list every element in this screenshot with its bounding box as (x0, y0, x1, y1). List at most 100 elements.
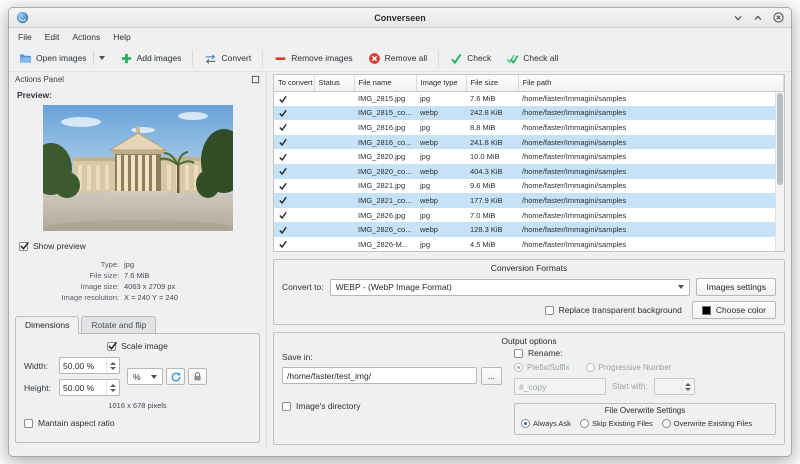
overwrite-settings-title: File Overwrite Settings (604, 406, 686, 415)
menu-actions[interactable]: Actions (66, 30, 106, 44)
cell-to-convert[interactable] (274, 120, 314, 135)
cell-file-name: IMG_2826_co... (354, 222, 416, 237)
actions-panel: Actions Panel Preview: Show preview Type… (9, 72, 267, 449)
add-images-button[interactable]: Add images (114, 48, 188, 69)
table-row[interactable]: IMG_2821_co... webp 177.9 KiB/home/faster/… (274, 193, 784, 208)
width-spin-buttons[interactable] (106, 358, 119, 373)
show-preview-checkbox[interactable]: Show preview (19, 241, 86, 251)
choose-color-button[interactable]: Choose color (691, 301, 776, 319)
start-with-input[interactable] (654, 379, 681, 394)
convert-button[interactable]: Convert (198, 48, 257, 69)
start-with-spin-buttons[interactable] (680, 379, 694, 394)
cell-to-convert[interactable] (274, 179, 314, 194)
col-status[interactable]: Status (314, 75, 355, 92)
title-bar[interactable]: Converseen (9, 8, 791, 28)
tab-dimensions[interactable]: Dimensions (15, 316, 80, 334)
file-list: To convert Status File name Image type F… (273, 74, 785, 252)
cell-to-convert[interactable] (274, 91, 314, 106)
col-image-type[interactable]: Image type (416, 75, 467, 92)
height-label: Height: (24, 382, 51, 393)
remove-all-button[interactable]: Remove all (362, 48, 434, 69)
scrollbar-thumb[interactable] (777, 93, 783, 186)
col-file-size[interactable]: File size (466, 75, 519, 92)
check-icon (450, 52, 463, 65)
cell-to-convert[interactable] (274, 163, 314, 179)
replace-transparent-checkbox[interactable]: Replace transparent background (544, 305, 682, 315)
cell-to-convert[interactable] (274, 193, 314, 208)
cell-file-path: /home/faster/Immagini/samples (522, 210, 627, 220)
dimensions-panel: Scale image Width: Height: (15, 333, 260, 443)
table-row[interactable]: IMG_2815_co... webp 242.8 KiB/home/faster/… (274, 105, 784, 121)
prefix-suffix-radio[interactable]: Prefix/Suffix (514, 363, 570, 372)
table-row[interactable]: IMG_2821.jpg jpg 9.6 MiB/home/faster/Immag… (274, 179, 784, 194)
cell-to-convert[interactable] (274, 208, 314, 223)
skip-existing-radio[interactable]: Skip Existing Files (579, 419, 653, 428)
table-row[interactable]: IMG_2826_co... webp 128.3 KiB/home/faster/… (274, 222, 784, 237)
checkbox-box (107, 341, 118, 351)
start-with-spinbox[interactable] (653, 378, 695, 395)
main-content: Actions Panel Preview: Show preview Type… (9, 72, 791, 449)
width-spinbox[interactable] (59, 357, 120, 374)
images-directory-checkbox[interactable]: Image's directory (282, 401, 502, 411)
table-row[interactable]: IMG_2816_co... webp 241.8 KiB/home/faster/… (274, 134, 784, 150)
unit-combobox[interactable]: % (127, 368, 163, 385)
menu-edit[interactable]: Edit (39, 30, 66, 44)
output-options-title: Output options (501, 336, 557, 346)
maintain-aspect-checkbox[interactable]: Mantain aspect ratio (24, 418, 115, 428)
actions-panel-header: Actions Panel (9, 72, 266, 87)
remove-images-button[interactable]: Remove images (268, 48, 358, 69)
maximize-button[interactable] (752, 12, 764, 24)
checkbox-box (19, 241, 29, 251)
minimize-button[interactable] (732, 12, 744, 24)
open-images-dropdown[interactable] (92, 51, 105, 65)
refresh-button[interactable] (166, 368, 185, 385)
table-row[interactable]: IMG_2820_co... webp 404.3 KiB/home/faster/… (274, 163, 784, 179)
cell-to-convert[interactable] (274, 222, 314, 237)
vertical-scrollbar[interactable] (775, 92, 784, 251)
images-settings-button[interactable]: Images settings (696, 278, 776, 296)
save-path-input[interactable] (282, 367, 477, 384)
browse-button[interactable]: ... (480, 367, 502, 385)
cell-to-convert[interactable] (274, 237, 314, 251)
format-combobox[interactable]: WEBP - (WebP Image Format) (329, 278, 691, 296)
cell-image-type: jpg (420, 239, 431, 249)
height-spinbox[interactable] (59, 379, 120, 396)
radio-dot (585, 363, 595, 372)
output-options-group: Output options Save in: ... Image's dire… (273, 332, 785, 445)
height-input[interactable] (60, 380, 106, 395)
images-directory-label: Image's directory (296, 401, 361, 411)
height-spin-buttons[interactable] (106, 380, 119, 395)
always-ask-radio[interactable]: Always Ask (521, 419, 571, 428)
table-row[interactable]: IMG_2820.jpg jpg 10.0 MiB/home/faster/Imma… (274, 149, 784, 164)
table-row[interactable]: IMG_2826.jpg jpg 7.0 MiB/home/faster/Immag… (274, 208, 784, 223)
preview-image (42, 105, 233, 231)
check-all-button[interactable]: Check all (500, 48, 564, 69)
tab-rotate-flip[interactable]: Rotate and flip (81, 316, 157, 333)
table-row[interactable]: IMG_2815.jpg jpg 7.6 MiB/home/faster/Immag… (274, 91, 784, 106)
cell-to-convert[interactable] (274, 134, 314, 150)
converseen-window: Converseen File Edit Actions Help Open i… (8, 7, 792, 457)
width-input[interactable] (60, 358, 106, 373)
menu-help[interactable]: Help (107, 30, 136, 44)
table-row[interactable]: IMG_2816.jpg jpg 8.8 MiB/home/faster/Immag… (274, 120, 784, 135)
rename-pattern-input[interactable] (514, 378, 606, 395)
check-button[interactable]: Check (444, 48, 497, 69)
menu-file[interactable]: File (12, 30, 38, 44)
table-row[interactable]: IMG_2826-M... jpg 4.5 MiB/home/faster/Imma… (274, 237, 784, 251)
rename-checkbox[interactable]: Rename: (514, 348, 776, 358)
dock-float-button[interactable] (251, 75, 260, 84)
lock-button[interactable] (188, 368, 207, 385)
progressive-number-radio[interactable]: Progressive Number (585, 363, 672, 372)
cell-to-convert[interactable] (274, 105, 314, 121)
col-to-convert[interactable]: To convert (274, 75, 315, 92)
col-file-name[interactable]: File name (354, 75, 417, 92)
open-images-button[interactable]: Open images (13, 47, 111, 69)
cell-to-convert[interactable] (274, 149, 314, 164)
scale-image-checkbox[interactable]: Scale image (107, 341, 168, 351)
col-file-path[interactable]: File path (518, 75, 784, 92)
cell-file-path: /home/faster/Immagini/samples (522, 94, 627, 104)
cell-file-size: 128.3 KiB (466, 222, 518, 237)
progressive-number-label: Progressive Number (598, 363, 672, 372)
overwrite-existing-radio[interactable]: Overwrite Existing Files (661, 419, 752, 428)
close-button[interactable] (772, 12, 784, 24)
